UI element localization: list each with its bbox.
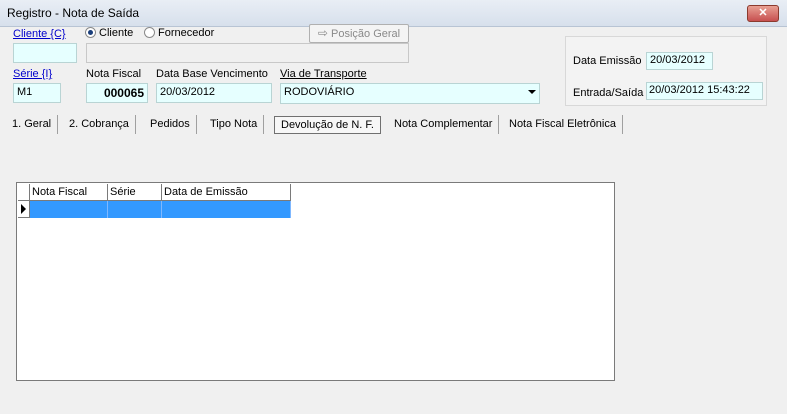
tab-pedidos[interactable]: Pedidos [144,115,197,134]
posicao-geral-label: Posição Geral [331,28,401,40]
data-base-input[interactable]: 20/03/2012 [156,83,272,103]
data-base-label: Data Base Vencimento [156,68,268,80]
tab-devolucao-nf[interactable]: Devolução de N. F. [274,116,381,134]
col-header-data-emissao[interactable]: Data de Emissão [162,184,291,201]
tab-geral[interactable]: 1. Geral [6,115,59,134]
col-header-serie[interactable]: Série [108,184,162,201]
chevron-down-icon[interactable] [528,90,536,94]
via-transporte-value: RODOVIÁRIO [284,86,355,98]
nota-fiscal-input[interactable]: 000065 [86,83,148,103]
serie-input[interactable]: M1 [13,83,61,103]
table-row[interactable] [162,201,291,218]
posicao-geral-button[interactable]: ⇨ Posição Geral [309,24,409,43]
window-title: Registro - Nota de Saída [7,6,140,20]
radio-fornecedor[interactable]: Fornecedor [144,27,214,39]
via-transporte-label: Via de Transporte [280,68,367,80]
radio-fornecedor-label: Fornecedor [158,27,215,39]
via-transporte-select[interactable]: RODOVIÁRIO [280,83,540,104]
tab-cobranca[interactable]: 2. Cobrança [63,115,136,134]
radio-cliente-label: Cliente [99,27,134,39]
col-header-nota-fiscal[interactable]: Nota Fiscal [30,184,108,201]
table-row[interactable] [108,201,162,218]
data-emissao-input[interactable]: 20/03/2012 [646,52,713,70]
radio-cliente-circle[interactable] [85,27,96,38]
tab-nota-fiscal-eletronica[interactable]: Nota Fiscal Eletrônica [503,115,623,134]
nota-fiscal-label: Nota Fiscal [86,68,142,80]
cliente-code-input[interactable] [13,43,77,63]
radio-fornecedor-circle[interactable] [144,27,155,38]
grid-corner [18,184,30,201]
devolucao-grid[interactable]: Nota Fiscal Série Data de Emissão [16,182,615,381]
close-button[interactable]: ✕ [747,5,779,22]
row-pointer-icon [21,204,26,214]
table-row[interactable] [30,201,108,218]
entrada-saida-label: Entrada/Saída [573,87,644,99]
title-bar: Registro - Nota de Saída ✕ [0,0,787,27]
serie-label-link[interactable]: Série {I} [13,68,52,80]
tab-tipo-nota[interactable]: Tipo Nota [204,115,265,134]
data-emissao-label: Data Emissão [573,55,642,67]
entrada-saida-input[interactable]: 20/03/2012 15:43:22 [646,82,763,100]
tab-nota-complementar[interactable]: Nota Complementar [388,115,500,134]
cliente-label-link[interactable]: Cliente {C} [13,28,66,40]
row-indicator[interactable] [18,201,30,218]
cliente-name-field [86,43,409,63]
arrow-right-icon: ⇨ [317,26,328,40]
radio-cliente[interactable]: Cliente [85,27,133,39]
